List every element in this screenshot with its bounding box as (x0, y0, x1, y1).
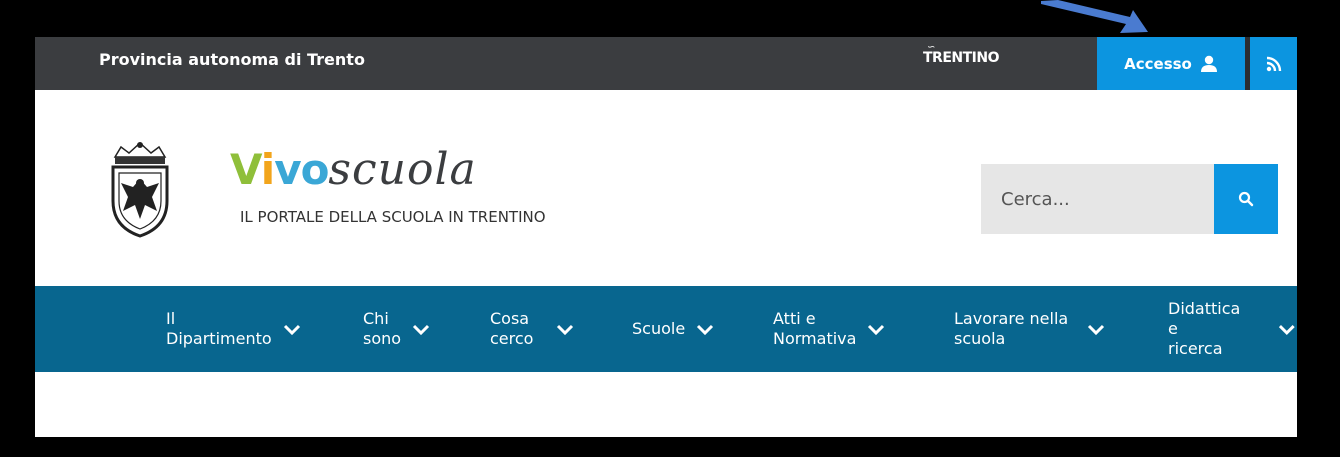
top-bar: Provincia autonoma di Trento ∽ TRENTINO … (35, 37, 1297, 90)
nav-item-chi-sono[interactable]: Chi sono (363, 286, 431, 372)
main-navigation: Il Dipartimento Chi sono Cosa cerco Scuo… (35, 286, 1297, 372)
nav-item-label: Lavorare nella scuola (954, 309, 1069, 348)
nav-item-label: Atti e Normativa (773, 309, 857, 348)
nav-item-label: Chi sono (363, 309, 402, 348)
nav-item-lavorare-scuola[interactable]: Lavorare nella scuola (954, 286, 1106, 372)
nav-item-didattica-ricerca[interactable]: Didattica e ricerca (1168, 286, 1297, 372)
search-icon (1238, 191, 1254, 207)
chevron-down-icon (868, 324, 885, 335)
coat-of-arms-logo[interactable] (107, 139, 173, 239)
nav-item-label: Il Dipartimento (166, 309, 272, 348)
chevron-down-icon (413, 324, 430, 335)
nav-item-cosa-cerco[interactable]: Cosa cerco (490, 286, 575, 372)
trentino-logo-swirl-icon: ∽ (927, 42, 935, 53)
logo-word-scuola: scuola (328, 144, 477, 195)
page-frame: Provincia autonoma di Trento ∽ TRENTINO … (35, 37, 1297, 437)
site-tagline: IL PORTALE DELLA SCUOLA IN TRENTINO (240, 208, 546, 226)
logo-letter-i: i (260, 145, 275, 194)
nav-item-label: Didattica e ricerca (1168, 299, 1241, 358)
search-button[interactable] (1214, 164, 1278, 234)
chevron-down-icon (1088, 324, 1105, 335)
annotation-arrow-icon (1041, 0, 1148, 33)
nav-item-scuole[interactable]: Scuole (632, 286, 715, 372)
login-button[interactable]: Accesso (1097, 37, 1245, 90)
org-name-link[interactable]: Provincia autonoma di Trento (99, 37, 365, 83)
chevron-down-icon (697, 324, 714, 335)
search-input[interactable] (981, 164, 1211, 234)
rss-button[interactable] (1250, 37, 1297, 90)
chevron-down-icon (1279, 325, 1296, 335)
nav-item-atti-normativa[interactable]: Atti e Normativa (773, 286, 886, 372)
vivoscuola-logo[interactable]: Vivoscuola (230, 148, 477, 192)
user-icon (1200, 55, 1217, 72)
search-box (981, 164, 1214, 234)
rss-icon (1266, 56, 1281, 71)
nav-item-label: Cosa cerco (490, 309, 534, 348)
nav-item-dipartimento[interactable]: Il Dipartimento (166, 286, 302, 372)
login-label: Accesso (1124, 54, 1192, 73)
trentino-logo[interactable]: ∽ TRENTINO (923, 42, 1000, 66)
logo-letter-v: V (230, 145, 262, 194)
nav-item-label: Scuole (632, 319, 686, 338)
chevron-down-icon (557, 324, 574, 335)
chevron-down-icon (283, 324, 300, 335)
logo-letters-vo: vo (274, 145, 329, 194)
